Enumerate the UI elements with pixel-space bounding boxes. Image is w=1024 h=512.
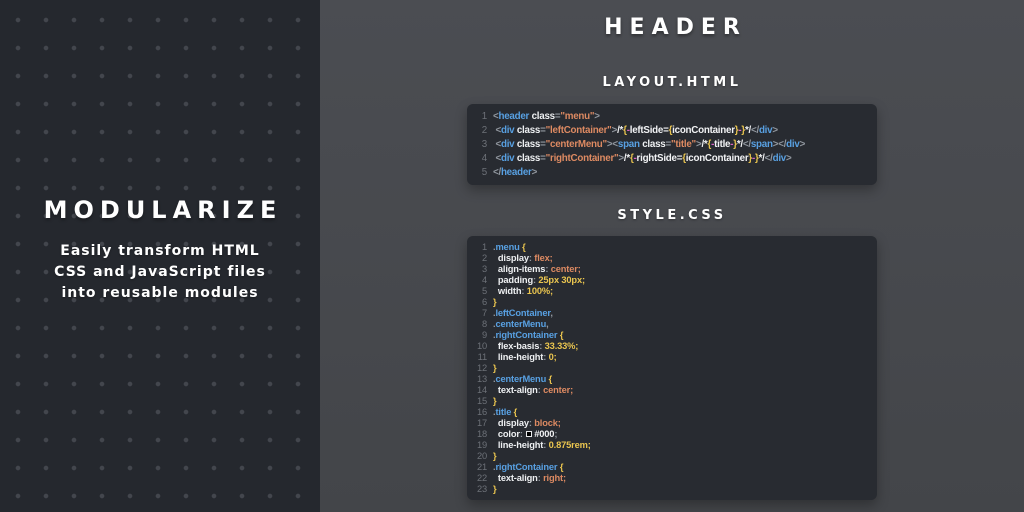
line-number: 18 bbox=[476, 429, 487, 439]
line-number: 22 bbox=[476, 473, 487, 483]
line-number: 5 bbox=[481, 286, 487, 296]
file-label-layout-html: LAYOUT.HTML bbox=[602, 75, 742, 90]
code-line: 21 .rightContainer { bbox=[476, 462, 564, 472]
code-line: 2 <div class="leftContainer">/*{-leftSid… bbox=[476, 124, 868, 138]
code-line: 11 line-height: 0; bbox=[477, 352, 557, 362]
code-line: 1 .menu { bbox=[476, 242, 868, 253]
line-number: 4 bbox=[481, 153, 487, 164]
code-line: 4 <div class="rightContainer">/*{-rightS… bbox=[476, 152, 868, 166]
code-line: 8 .centerMenu, bbox=[476, 319, 868, 330]
code-line: 2 display: flex; bbox=[476, 253, 868, 264]
line-number: 3 bbox=[481, 139, 487, 150]
code-line: 9 .rightContainer { bbox=[476, 330, 868, 341]
line-number: 1 bbox=[481, 242, 487, 252]
section-layout-html: LAYOUT.HTML 1 <header class="menu"> 2 <div… bbox=[467, 43, 877, 185]
code-line: 4 padding: 25px 30px; bbox=[476, 275, 868, 286]
code-line: 5 width: 100%; bbox=[476, 286, 868, 297]
component-title: HEADER bbox=[604, 15, 747, 40]
code-line: 20} bbox=[476, 451, 497, 461]
line-number: 4 bbox=[481, 275, 487, 285]
line-number: 21 bbox=[476, 462, 487, 472]
line-number: 13 bbox=[476, 374, 487, 384]
line-number: 5 bbox=[481, 167, 487, 178]
line-number: 16 bbox=[476, 407, 487, 417]
code-line: 12} bbox=[476, 363, 497, 373]
code-block-style-css: 1 .menu {2 display: flex; 3 align-items: c… bbox=[467, 236, 877, 500]
tagline-line: Easily transform HTML bbox=[60, 243, 260, 259]
code-line: 23} bbox=[476, 484, 497, 494]
code-line: 14 text-align: center; bbox=[476, 385, 574, 395]
color-swatch-icon bbox=[526, 431, 533, 437]
tagline-line: CSS and JavaScript files bbox=[54, 264, 266, 280]
page: MODULARIZE Easily transform HTML CSS and… bbox=[0, 0, 1024, 512]
line-number: 20 bbox=[476, 451, 487, 461]
code-line: 3 <div class="centerMenu"><span class="t… bbox=[476, 138, 868, 152]
line-number: 23 bbox=[476, 484, 487, 494]
line-number: 8 bbox=[481, 319, 487, 329]
line-number: 12 bbox=[476, 363, 487, 373]
code-line: 10 flex-basis: 33.33%; bbox=[476, 341, 579, 351]
file-label-style-css: STYLE.CSS bbox=[617, 208, 727, 223]
line-number: 10 bbox=[476, 341, 487, 351]
code-line: 17 display: block; bbox=[476, 418, 561, 428]
code-block-layout-html: 1 <header class="menu"> 2 <div class="left… bbox=[467, 104, 877, 185]
line-number: 17 bbox=[476, 418, 487, 428]
section-style-css: STYLE.CSS 1 .menu {2 display: flex; 3 alig… bbox=[467, 185, 877, 500]
line-number: 14 bbox=[476, 385, 487, 395]
line-number: 3 bbox=[481, 264, 487, 274]
line-number: 19 bbox=[476, 440, 487, 450]
brand-title: MODULARIZE bbox=[43, 196, 283, 224]
line-number: 2 bbox=[481, 125, 487, 136]
tagline-line: into reusable modules bbox=[61, 285, 259, 301]
line-number: 7 bbox=[481, 308, 487, 318]
line-number: 2 bbox=[481, 253, 487, 263]
code-line: 19 line-height: 0.875rem; bbox=[476, 440, 591, 450]
code-line: 1 <header class="menu"> bbox=[476, 110, 868, 124]
code-line: 16 .title { bbox=[476, 407, 518, 417]
brand-tagline: Easily transform HTML CSS and JavaScript… bbox=[44, 241, 277, 304]
code-line: 13 .centerMenu { bbox=[476, 374, 553, 384]
brand-block: MODULARIZE Easily transform HTML CSS and… bbox=[44, 196, 277, 304]
code-line: 15} bbox=[476, 396, 497, 406]
line-number: 9 bbox=[481, 330, 487, 340]
code-line: 18 color: #000; bbox=[476, 429, 558, 439]
code-line: 22 text-align: right; bbox=[476, 473, 566, 483]
code-line: 3 align-items: center; bbox=[476, 264, 868, 275]
line-number: 15 bbox=[476, 396, 487, 406]
code-line: 5 </header> bbox=[476, 166, 868, 180]
preview-panel: HEADER LAYOUT.HTML 1 <header class="menu"… bbox=[320, 0, 1024, 512]
line-number: 1 bbox=[481, 111, 487, 122]
line-number: 6 bbox=[481, 297, 487, 307]
code-line: 7 .leftContainer, bbox=[476, 308, 868, 319]
brand-panel: MODULARIZE Easily transform HTML CSS and… bbox=[0, 0, 320, 512]
code-line: 6} bbox=[476, 297, 868, 308]
line-number: 11 bbox=[477, 352, 488, 362]
